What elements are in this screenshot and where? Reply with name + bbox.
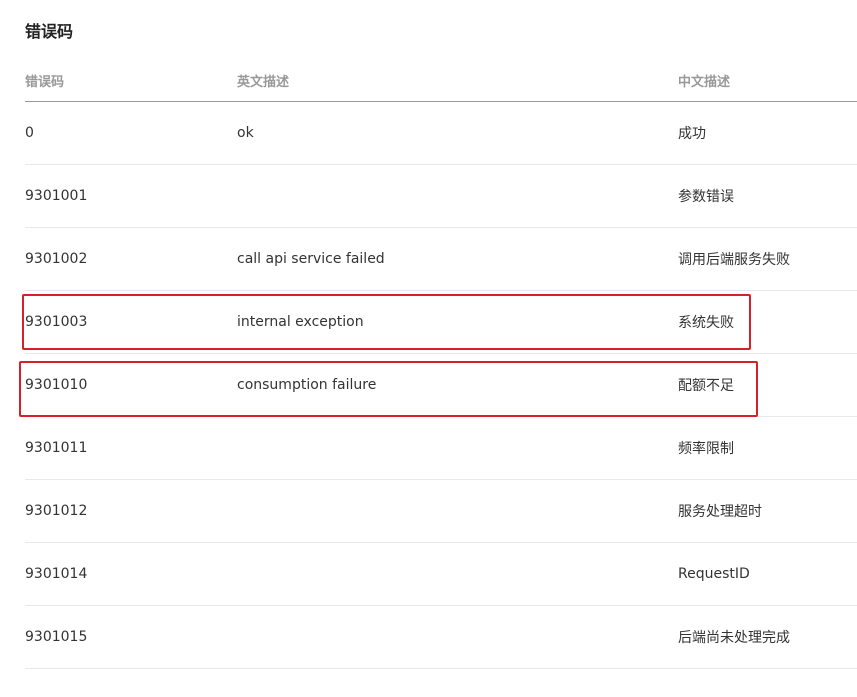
cell-error-code: 9301014 xyxy=(25,542,237,606)
cell-english-description: consumption failure xyxy=(237,353,678,417)
cell-error-code: 9301012 xyxy=(25,479,237,543)
cell-chinese-description: 频率限制 xyxy=(678,416,857,480)
cell-error-code: 9301010 xyxy=(25,353,237,417)
cell-chinese-description: 服务处理超时 xyxy=(678,479,857,543)
header-chinese-description: 中文描述 xyxy=(678,60,857,102)
cell-error-code: 9301015 xyxy=(25,605,237,669)
cell-english-description xyxy=(237,479,678,543)
cell-error-code: 9301002 xyxy=(25,227,237,291)
table-row: 9301015 后端尚未处理完成 xyxy=(25,605,857,669)
cell-error-code: 0 xyxy=(25,101,237,165)
cell-english-description xyxy=(237,605,678,669)
header-english-description: 英文描述 xyxy=(237,60,678,102)
cell-chinese-description: 参数错误 xyxy=(678,164,857,228)
cell-english-description xyxy=(237,542,678,606)
cell-english-description: internal exception xyxy=(237,290,678,354)
cell-english-description xyxy=(237,416,678,480)
page-title: 错误码 xyxy=(25,22,74,41)
table-row: 9301011 频率限制 xyxy=(25,416,857,480)
table-row: 9301002 call api service failed 调用后端服务失败 xyxy=(25,227,857,291)
table-header-row: 错误码 英文描述 中文描述 xyxy=(25,60,857,102)
cell-chinese-description: 成功 xyxy=(678,101,857,165)
table-row: 9301010 consumption failure 配额不足 xyxy=(25,353,857,417)
error-code-table: 错误码 英文描述 中文描述 0 ok 成功 9301001 参数错误 93010… xyxy=(25,60,857,669)
table-row: 9301014 RequestID xyxy=(25,542,857,606)
cell-chinese-description: 后端尚未处理完成 xyxy=(678,605,857,669)
cell-chinese-description: RequestID xyxy=(678,542,857,606)
cell-chinese-description: 调用后端服务失败 xyxy=(678,227,857,291)
cell-error-code: 9301003 xyxy=(25,290,237,354)
table-row: 9301001 参数错误 xyxy=(25,164,857,228)
cell-error-code: 9301011 xyxy=(25,416,237,480)
cell-error-code: 9301001 xyxy=(25,164,237,228)
table-row: 9301003 internal exception 系统失败 xyxy=(25,290,857,354)
cell-english-description: call api service failed xyxy=(237,227,678,291)
cell-english-description xyxy=(237,164,678,228)
cell-chinese-description: 系统失败 xyxy=(678,290,857,354)
cell-chinese-description: 配额不足 xyxy=(678,353,857,417)
table-row: 0 ok 成功 xyxy=(25,101,857,165)
table-row: 9301012 服务处理超时 xyxy=(25,479,857,543)
header-error-code: 错误码 xyxy=(25,60,237,102)
cell-english-description: ok xyxy=(237,101,678,165)
